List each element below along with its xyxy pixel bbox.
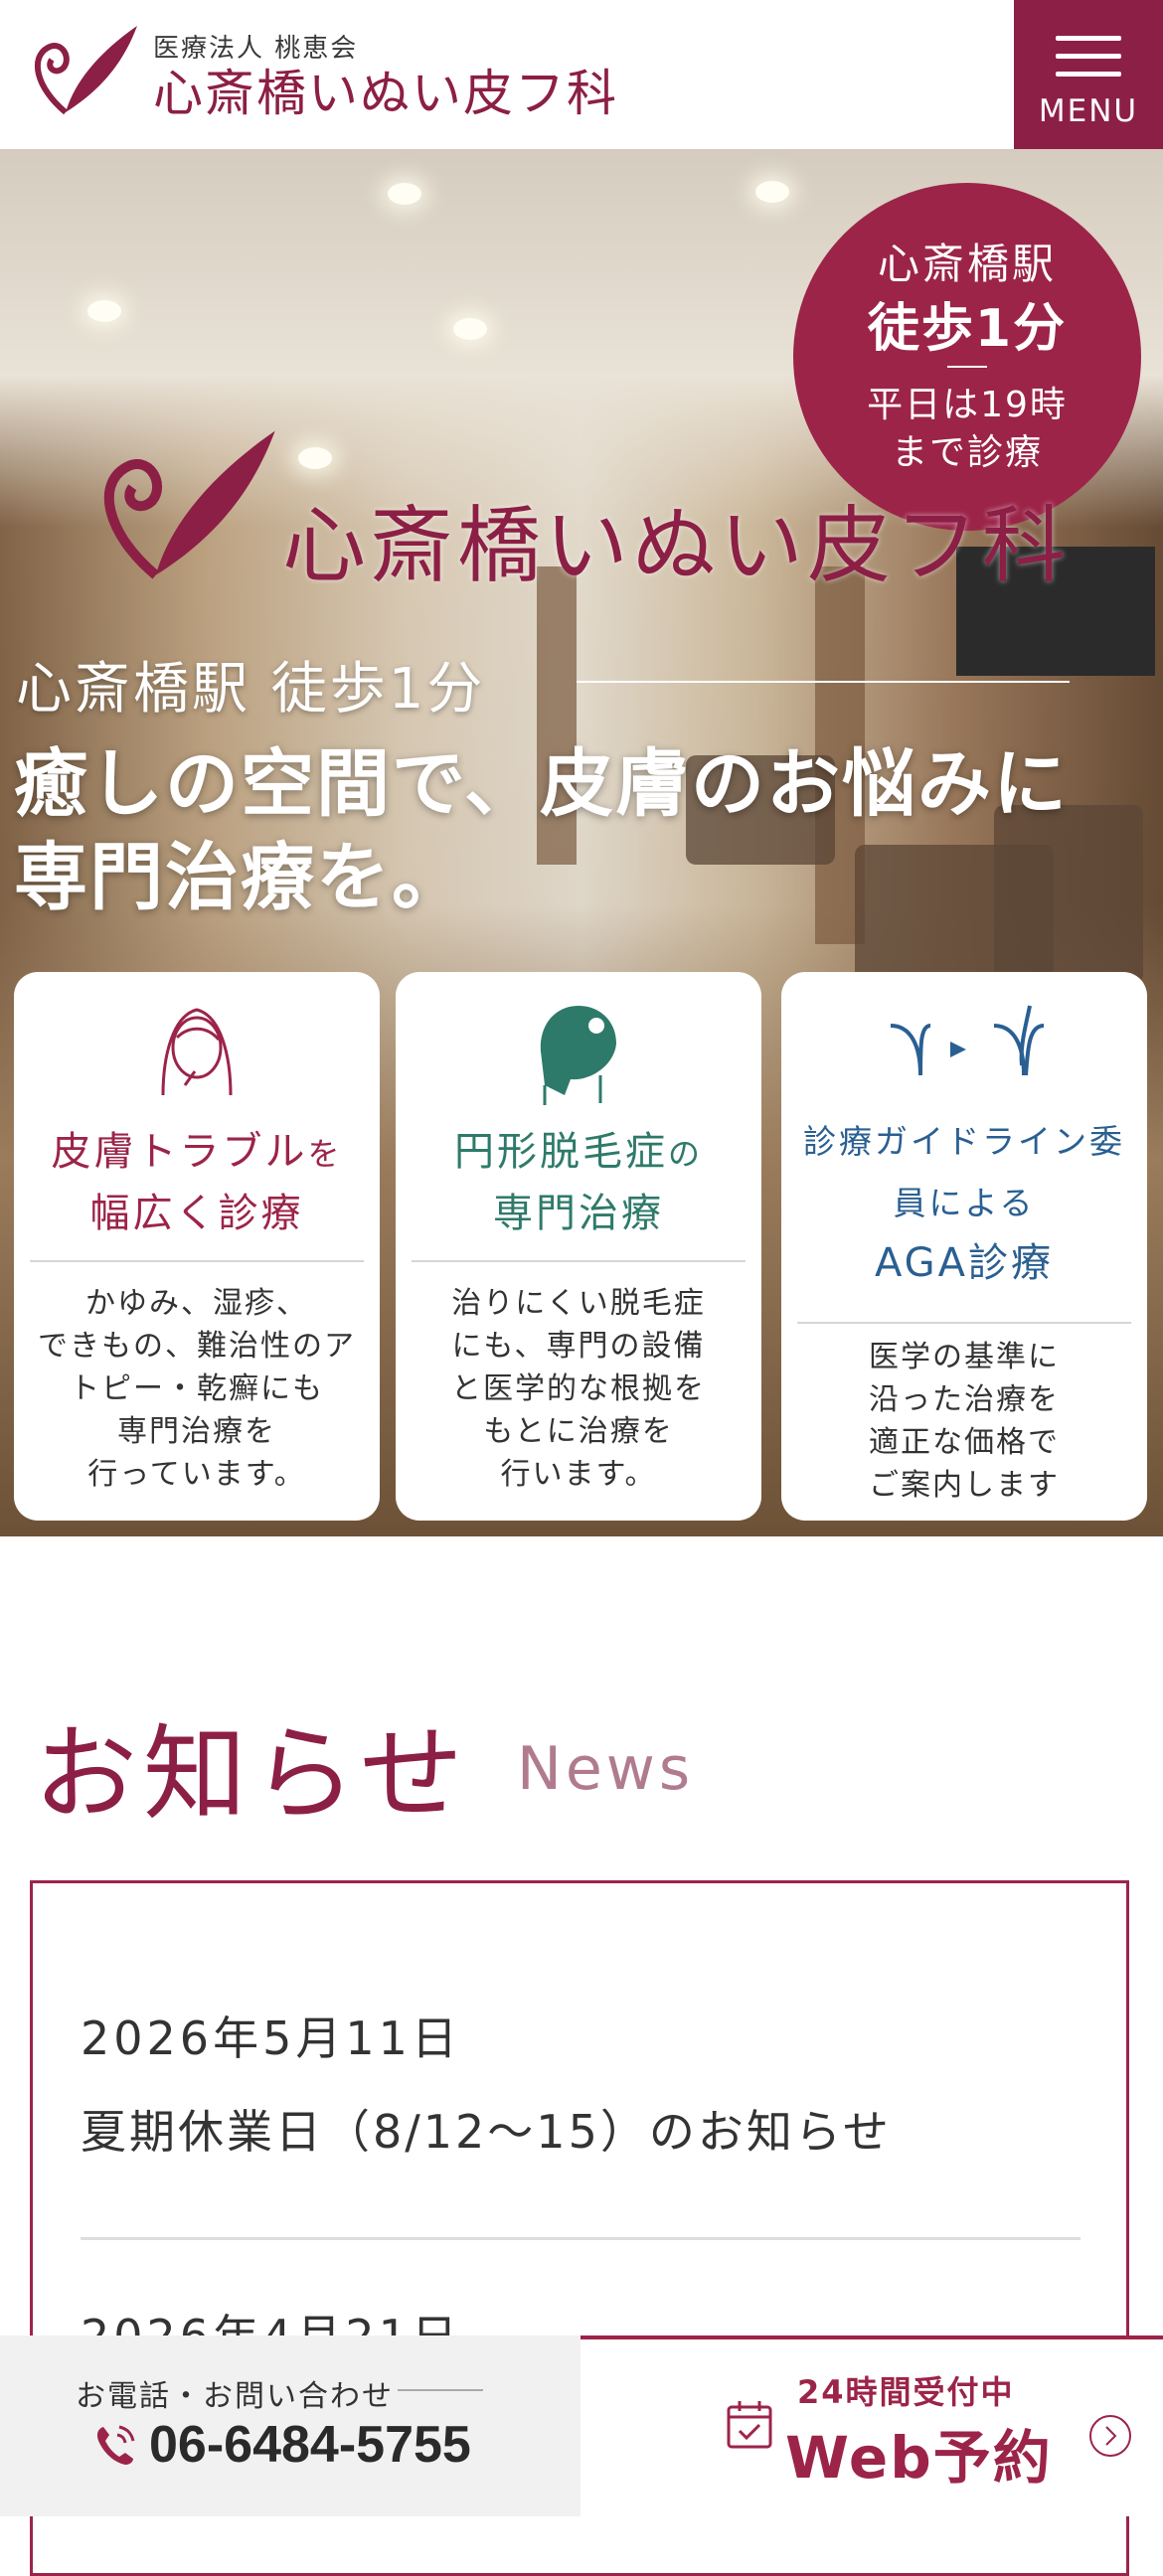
hero-logo: 心斎橋いぬい皮フ科 <box>89 409 1070 608</box>
phone-icon <box>96 2425 135 2465</box>
hero-section: 心斎橋駅 徒歩1分 平日は19時 まで診療 心斎橋いぬい皮フ科 心斎橋駅 徒歩1分… <box>0 149 1163 1536</box>
logo-mark-icon <box>103 430 275 579</box>
menu-button[interactable]: MENU <box>1014 0 1163 149</box>
logo-mark-icon <box>34 26 137 115</box>
web-reservation-label: Web予約 <box>785 2424 1053 2492</box>
site-header: 医療法人 桃恵会 心斎橋いぬい皮フ科 MENU <box>0 0 1163 149</box>
hero-logo-name: 心斎橋いぬい皮フ科 <box>282 496 1071 594</box>
hamburger-icon <box>1056 36 1121 41</box>
phone-number: 06-6484-5755 <box>149 2416 471 2474</box>
news-date: 2026年5月11日 <box>81 2012 461 2065</box>
chevron-right-icon <box>1089 2415 1131 2457</box>
logo-subtitle: 医療法人 桃恵会 <box>153 33 359 64</box>
news-item[interactable]: 2026年5月11日 夏期休業日（8/12～15）のお知らせ <box>81 2003 1079 2162</box>
feature-card-alopecia[interactable]: 円形脱毛症の 専門治療 治りにくい脱毛症 にも、専門の設備 と医学的な根拠を も… <box>396 972 761 1521</box>
logo-name: 心斎橋いぬい皮フ科 <box>153 64 618 122</box>
news-subheading: News <box>517 1734 695 1804</box>
feature-card-skin[interactable]: 皮膚トラブルを 幅広く診療 かゆみ、湿疹、 できもの、難治性のア トピー・乾癬に… <box>14 972 380 1521</box>
news-heading: お知らせ <box>34 1713 469 1835</box>
phone-cta[interactable]: お電話・お問い合わせ 06-6484-5755 <box>0 2335 581 2516</box>
feature-card-aga[interactable]: 診療ガイドライン委 員による AGA診療 医学の基準に 沿った治療を 適正な価格… <box>781 972 1147 1521</box>
web-reservation-subtitle: 24時間受付中 <box>797 2373 1015 2411</box>
hair-loss-head-icon <box>540 1006 616 1105</box>
woman-face-icon <box>161 1008 233 1096</box>
hero-catchcopy: 癒しの空間で、皮膚のお悩みに 専門治療を。 <box>14 741 1070 920</box>
news-title: 夏期休業日（8/12～15）のお知らせ <box>81 2105 892 2159</box>
phone-label: お電話・お問い合わせ <box>76 2379 394 2414</box>
bottom-cta-bar: お電話・お問い合わせ 06-6484-5755 24時間受付中 Web予約 <box>0 2335 1163 2516</box>
hero-access-text: 心斎橋駅 徒歩1分 <box>16 657 486 722</box>
calendar-check-icon <box>727 2401 772 2449</box>
site-logo[interactable]: 医療法人 桃恵会 心斎橋いぬい皮フ科 <box>26 18 618 127</box>
hair-follicle-icon <box>890 1005 1045 1076</box>
web-reservation-button[interactable]: 24時間受付中 Web予約 <box>581 2335 1163 2516</box>
menu-label: MENU <box>1038 93 1139 129</box>
